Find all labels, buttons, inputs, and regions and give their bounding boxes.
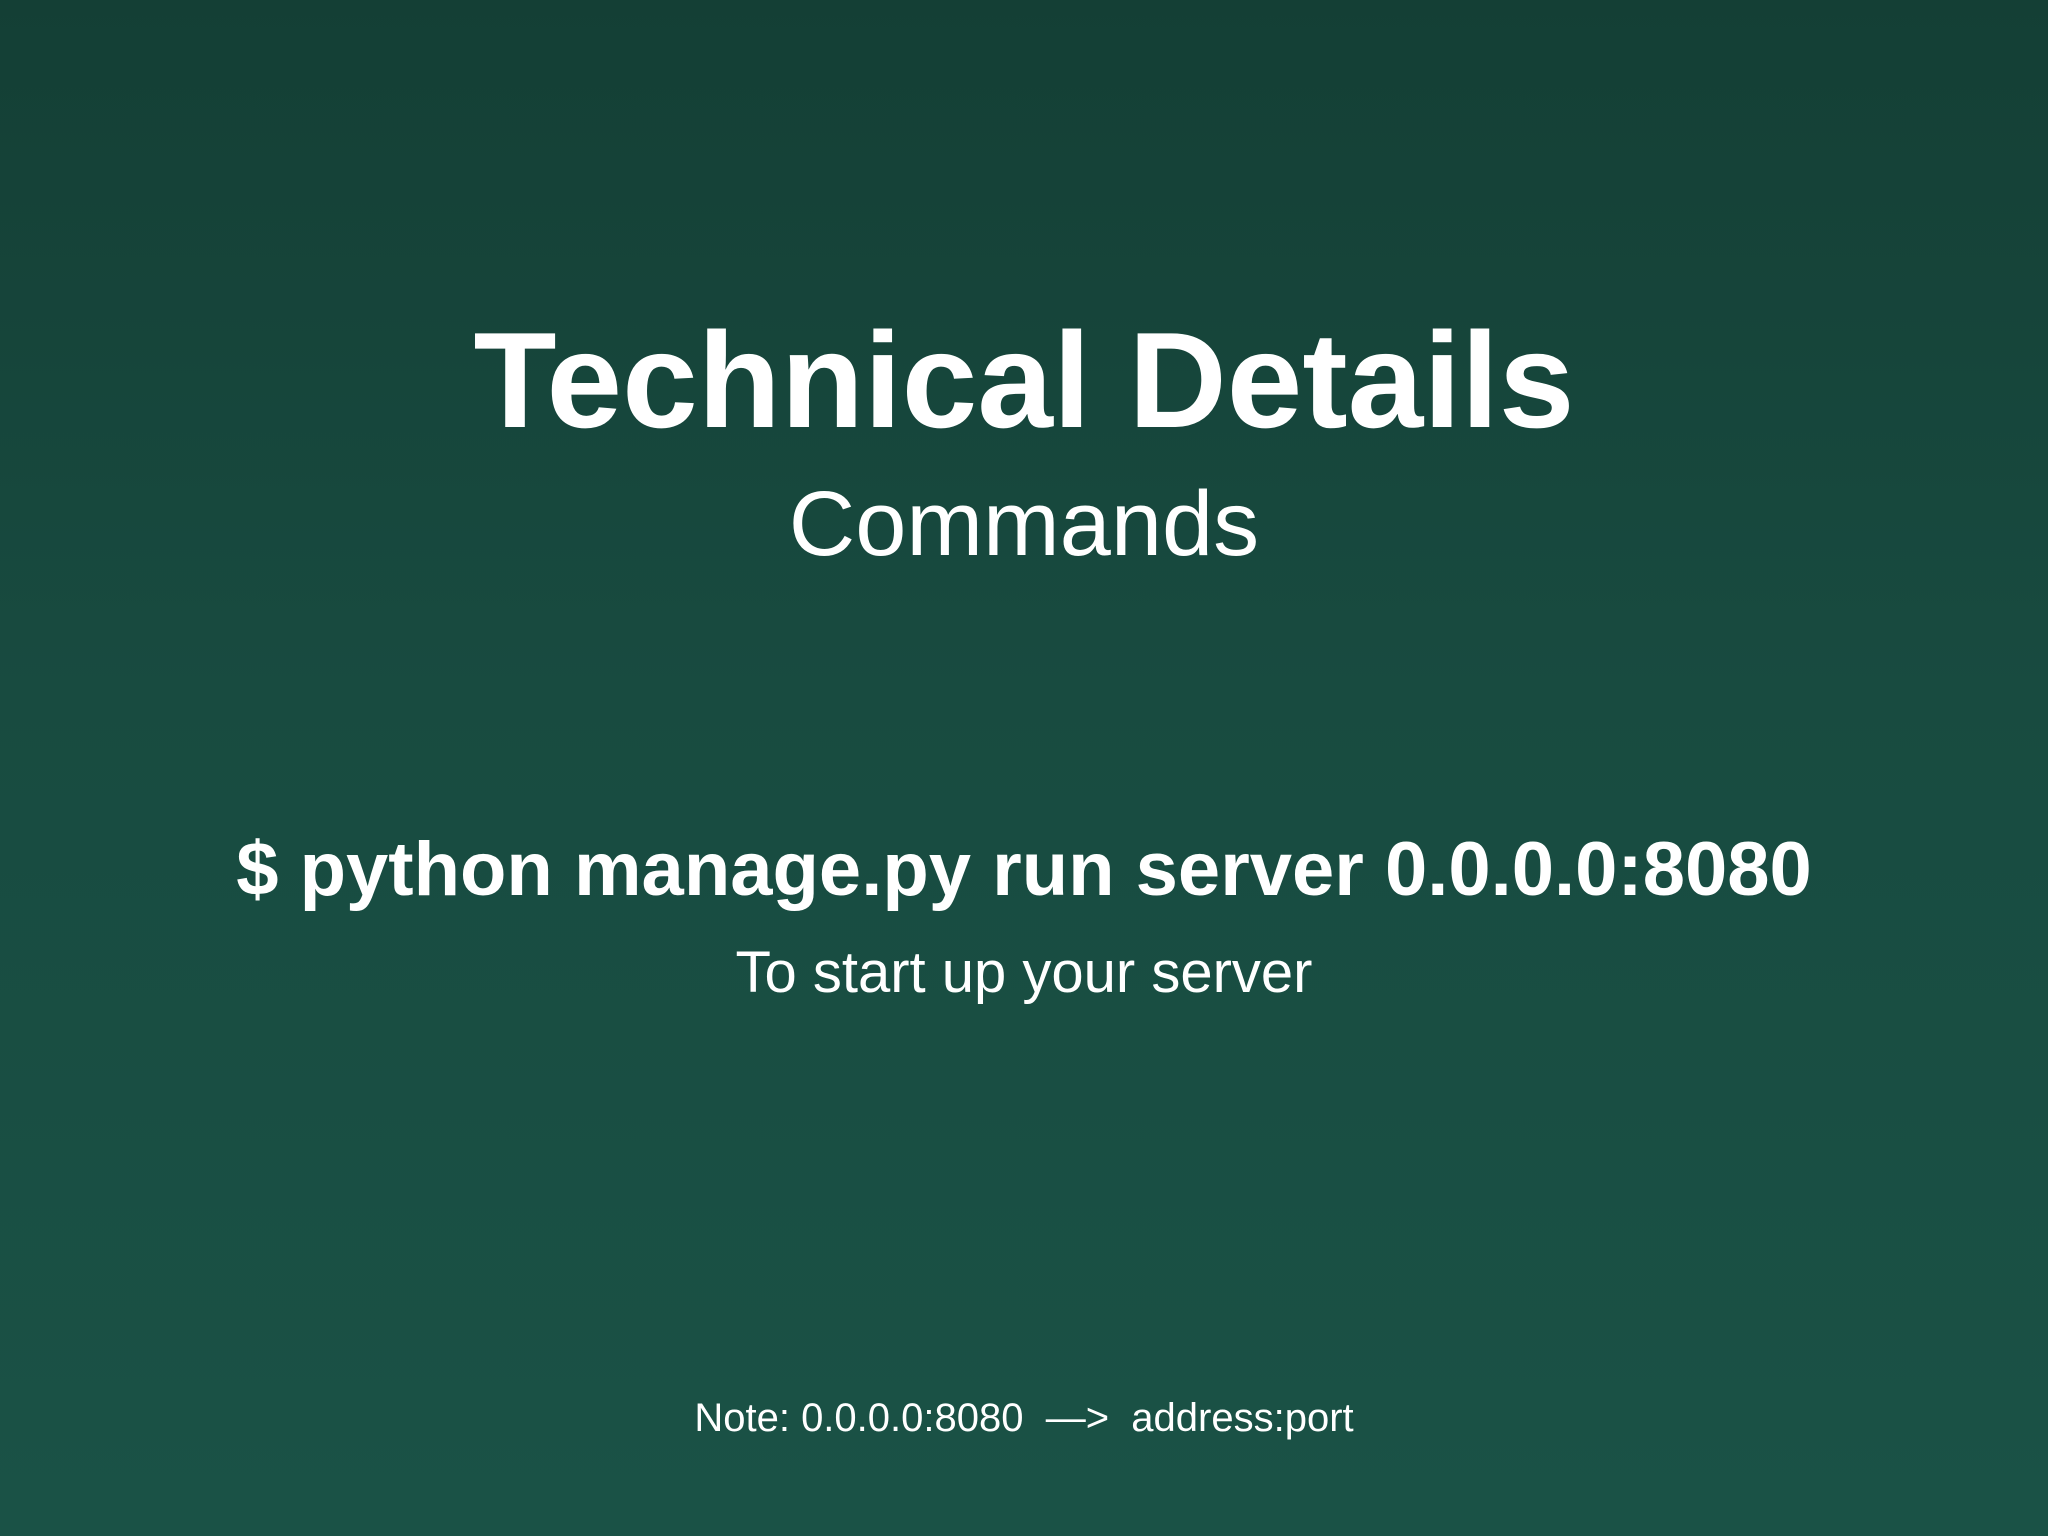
note-text: Note: 0.0.0.0:8080 —> address:port bbox=[694, 1396, 1354, 1440]
slide-title: Technical Details bbox=[473, 304, 1575, 456]
command-text: $ python manage.py run server 0.0.0.0:80… bbox=[236, 827, 1812, 912]
command-description: To start up your server bbox=[735, 940, 1313, 1005]
slide: Technical Details Commands $ python mana… bbox=[0, 0, 2048, 1536]
slide-subtitle: Commands bbox=[788, 473, 1260, 575]
